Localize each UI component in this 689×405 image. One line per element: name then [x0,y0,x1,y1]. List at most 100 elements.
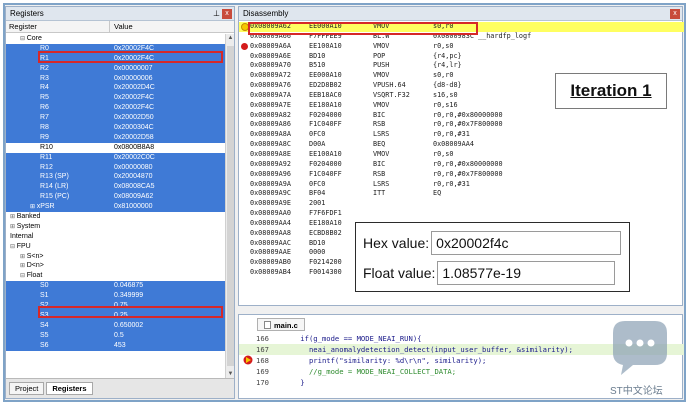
register-value[interactable] [110,242,114,252]
register-row[interactable]: R2 0x00000007 [6,63,227,74]
collapse-icon[interactable]: ⊟ [20,273,27,279]
register-row[interactable]: R4 0x20002D4C [6,83,227,94]
register-value[interactable] [110,222,114,232]
collapse-icon[interactable]: ⊟ [20,36,27,42]
register-row[interactable]: ⊞ D<n> [6,261,227,271]
disassembly-row[interactable]: 0x08009A92 F0204000 BIC r0,r0,#0x80000000 [239,160,684,170]
disassembly-row[interactable]: 0x08009AA0 F7F6FDF1 [239,209,684,219]
close-icon[interactable]: x [222,9,232,19]
disassembly-row[interactable]: 0x08009A82 F0204000 BIC r0,r0,#0x80000000 [239,111,684,121]
register-row[interactable]: S5 0.5 [6,330,227,341]
register-value[interactable]: 0.349999 [110,291,143,301]
disassembly-row[interactable]: 0x08009A6A EE100A10 VMOV r0,s0 [239,42,684,52]
disassembly-row[interactable]: 0x08009A6E BD10 POP {r4,pc} [239,52,684,62]
expand-icon[interactable]: ⊞ [10,214,17,220]
register-value[interactable]: 0x20004870 [110,172,153,182]
register-value[interactable]: 0x08008CA5 [110,182,154,192]
register-row[interactable]: R10 0x0800B8A8 [6,143,227,153]
register-value[interactable]: 0x20002D58 [110,133,154,143]
register-row[interactable]: R14 (LR) 0x08008CA5 [6,182,227,193]
s0-highlight-box [38,306,223,318]
column-value[interactable]: Value [110,21,133,32]
register-row[interactable]: R5 0x20002F4C [6,93,227,104]
register-row[interactable]: S1 0.349999 [6,291,227,302]
register-value[interactable]: 0x81000000 [110,202,153,212]
register-row[interactable]: R6 0x20002F4C [6,103,227,114]
instruction-mnemonic: POP [373,51,386,60]
close-icon[interactable]: x [670,9,680,19]
register-value[interactable]: 0x00000080 [110,163,153,173]
register-row[interactable]: R8 0x2000304C [6,123,227,133]
disassembly-row[interactable]: 0x08009A96 F1C040FF RSB r0,r0,#0x7F800000 [239,170,684,180]
expand-icon[interactable]: ⊞ [20,263,27,269]
tab-registers[interactable]: Registers [46,382,93,395]
disassembly-row[interactable]: 0x08009A8A 0FC0 LSRS r0,r0,#31 [239,130,684,140]
register-row[interactable]: ⊞ Banked [6,212,227,222]
scroll-up-icon[interactable]: ▲ [226,34,235,43]
scroll-thumb[interactable] [227,46,234,366]
register-row[interactable]: ⊞ xPSR 0x81000000 [6,202,227,213]
disassembly-row[interactable]: 0x08009A9C BF04 ITT EQ [239,189,684,199]
register-row[interactable]: ⊞ System [6,222,227,232]
register-value[interactable]: 0x08009A62 [110,192,153,202]
pin-icon[interactable]: ⊥ [213,7,220,21]
tab-main-c[interactable]: main.c [257,318,305,331]
expand-icon[interactable]: ⊞ [30,204,37,210]
instruction-mnemonic: VSQRT.F32 [373,90,410,99]
register-value[interactable] [110,271,114,281]
register-value[interactable]: 0x20002D50 [110,113,154,123]
disassembly-row[interactable]: 0x08009A8C D00A BEQ 0x08009AA4 [239,140,684,150]
float-value-field[interactable]: 1.08577e-19 [437,261,616,285]
disassembly-title-bar: Disassembly x [239,7,682,21]
register-value[interactable]: 0x20002F4C [110,103,154,113]
instruction-opcode: B510 [309,61,326,70]
column-register[interactable]: Register [6,21,110,32]
register-value[interactable]: 0x2000304C [110,123,154,133]
register-row[interactable]: R15 (PC) 0x08009A62 [6,192,227,203]
disassembly-row[interactable]: 0x08009A9A 0FC0 LSRS r0,r0,#31 [239,180,684,190]
breakpoint-arrow-icon[interactable] [243,355,253,365]
register-row[interactable]: R9 0x20002D58 [6,132,227,143]
register-value[interactable] [110,212,114,222]
expand-icon[interactable]: ⊞ [10,224,17,230]
register-row[interactable]: ⊞ S<n> [6,252,227,262]
register-row[interactable]: R13 (SP) 0x20004870 [6,172,227,183]
tab-project[interactable]: Project [9,382,45,395]
disassembly-row[interactable]: 0x08009A70 B510 PUSH {r4,lr} [239,61,684,71]
disassembly-row[interactable]: 0x08009A9E 2001 [239,199,684,209]
register-value[interactable]: 0.5 [110,331,124,341]
register-value[interactable] [110,34,114,44]
register-row[interactable]: ⊟ Core [6,34,227,44]
hex-value-field[interactable]: 0x20002f4c [431,231,622,255]
register-value[interactable] [110,252,114,262]
register-row[interactable]: Internal [6,232,227,242]
register-value[interactable] [110,232,114,242]
file-icon [264,321,271,329]
register-value[interactable]: 0.650002 [110,321,143,331]
register-value[interactable]: 453 [110,341,126,351]
disassembly-row[interactable]: 0x08009A86 F1C040FF RSB r0,r0,#0x7F800000 [239,120,684,130]
register-value[interactable]: 0x00000006 [110,74,153,84]
register-value[interactable]: 0x0800B8A8 [110,143,154,153]
register-row[interactable]: S0 0.046875 [6,281,227,292]
register-row[interactable]: ⊟ FPU [6,242,227,252]
register-row[interactable]: S6 453 [6,340,227,351]
expand-icon[interactable]: ⊞ [20,254,27,260]
breakpoint-icon[interactable] [241,43,248,50]
register-value[interactable]: 0x20002F4C [110,93,154,103]
disassembly-row[interactable]: 0x08009A8E EE100A10 VMOV r0,s0 [239,150,684,160]
register-row[interactable]: R11 0x20002C0C [6,152,227,163]
register-row[interactable]: ⊟ Float [6,271,227,281]
register-row[interactable]: R7 0x20002D50 [6,113,227,124]
register-value[interactable]: 0x20002C0C [110,153,155,163]
register-row[interactable]: S4 0.650002 [6,320,227,331]
register-value[interactable]: 0x20002D4C [110,83,155,93]
register-value[interactable] [110,261,114,271]
register-row[interactable]: R12 0x00000080 [6,162,227,173]
collapse-icon[interactable]: ⊟ [10,244,17,250]
instruction-address: 0x08009A8A [250,130,291,139]
register-value[interactable]: 0.046875 [110,281,143,291]
register-row[interactable]: R3 0x00000006 [6,73,227,84]
registers-scrollbar[interactable]: ▲ ▼ [225,34,234,379]
register-value[interactable]: 0x00000007 [110,64,153,74]
